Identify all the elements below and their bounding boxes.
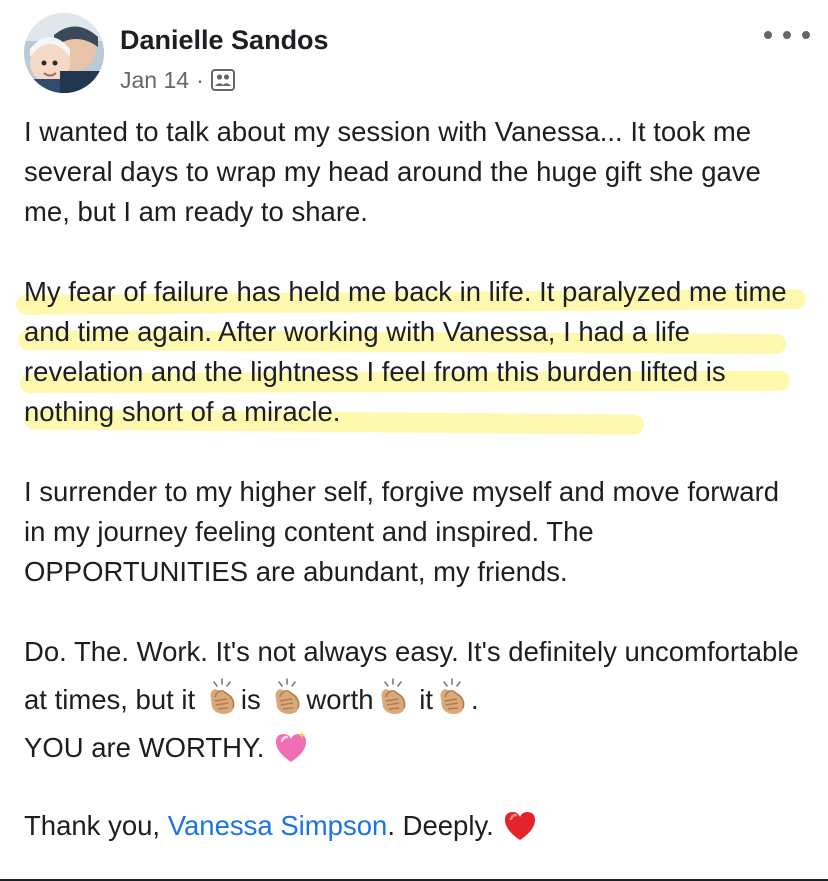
avatar[interactable] xyxy=(24,13,104,93)
clapping-hands-emoji xyxy=(268,677,306,717)
sparkling-heart-emoji xyxy=(272,728,310,766)
mention-link[interactable]: Vanessa Simpson xyxy=(168,810,388,841)
paragraph-fear-of-failure: My fear of failure has held me back in l… xyxy=(24,276,787,427)
text-segment: it xyxy=(411,684,433,715)
text-segment: . Deeply. xyxy=(387,810,502,841)
paragraph-thanks: Thank you, Vanessa Simpson. Deeply. xyxy=(24,802,814,850)
meta-separator: · xyxy=(196,67,204,93)
clapping-hands-emoji xyxy=(374,677,412,717)
post-body: I wanted to talk about my session with V… xyxy=(15,112,814,850)
text-segment: . xyxy=(470,684,479,715)
post-date[interactable]: Jan 14 xyxy=(120,64,189,96)
highlighted-paragraph: My fear of failure has held me back in l… xyxy=(15,272,814,435)
author-name[interactable]: Danielle Sandos xyxy=(120,24,329,56)
text-segment: YOU are WORTHY. xyxy=(24,732,273,763)
post-meta: Jan 14 · xyxy=(120,64,236,96)
paragraph-surrender: I surrender to my higher self, forgive m… xyxy=(24,476,780,587)
text-segment: Thank you, xyxy=(24,810,168,841)
friends-icon[interactable] xyxy=(210,67,236,93)
avatar-photo xyxy=(24,13,104,93)
clapping-hands-emoji xyxy=(203,677,241,717)
paragraph-worthy: YOU are WORTHY. xyxy=(24,724,814,772)
text-segment: is xyxy=(240,684,269,715)
more-options-icon[interactable] xyxy=(764,24,810,46)
facebook-post: Danielle Sandos Jan 14 · I wanted to tal… xyxy=(0,0,828,881)
paragraph-do-the-work: Do. The. Work. It's not always easy. It'… xyxy=(24,628,804,724)
clapping-hands-emoji xyxy=(433,677,471,717)
paragraph-intro: I wanted to talk about my session with V… xyxy=(24,116,761,227)
text-segment: worth xyxy=(306,684,374,715)
red-heart-emoji xyxy=(501,806,539,844)
